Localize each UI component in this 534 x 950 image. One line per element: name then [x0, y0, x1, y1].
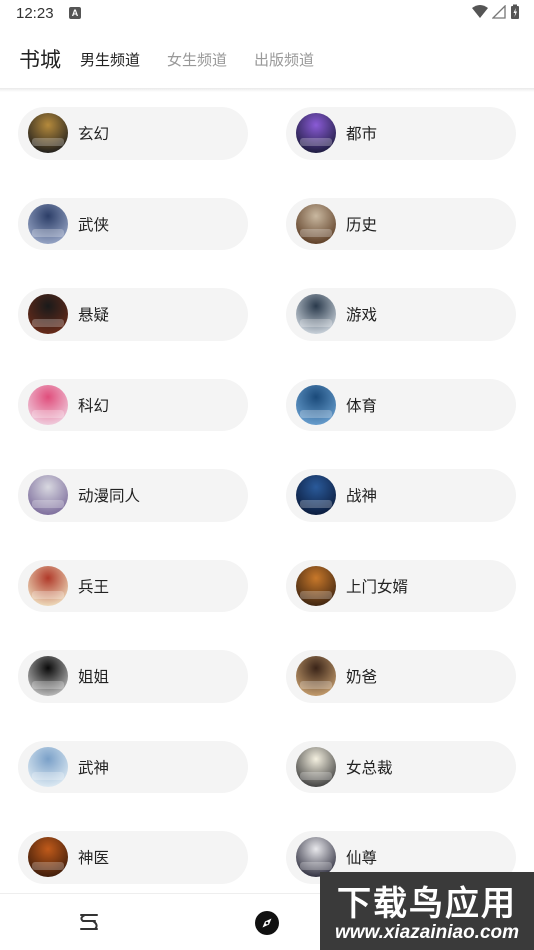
category-item[interactable]: 历史: [286, 197, 516, 250]
page-title: 书城: [19, 48, 61, 72]
category-cover-avatar: [28, 113, 68, 154]
category-item[interactable]: 兵王: [18, 559, 248, 612]
category-cover-avatar: [28, 565, 68, 606]
category-item[interactable]: 游戏: [286, 288, 516, 341]
nav-bookshelf[interactable]: [74, 908, 104, 938]
category-item[interactable]: 女总裁: [286, 740, 516, 793]
category-cover-avatar: [28, 656, 68, 697]
category-cover-avatar: [28, 384, 68, 425]
category-cover-avatar: [28, 294, 68, 335]
category-label: 兵王: [78, 577, 110, 596]
category-cover-avatar: [296, 294, 336, 335]
category-label: 玄幻: [78, 125, 110, 144]
category-cover-avatar: [296, 656, 336, 697]
header: 书城 男生频道 女生频道 出版频道: [0, 28, 534, 90]
category-item[interactable]: 武神: [18, 740, 248, 793]
watermark-url: www.xiazainiao.com: [334, 922, 520, 943]
category-item[interactable]: 战神: [286, 469, 516, 522]
category-cover-avatar: [28, 746, 68, 787]
category-label: 武侠: [78, 215, 110, 234]
category-label: 战神: [346, 487, 378, 506]
category-label: 体育: [346, 396, 378, 415]
category-grid: 玄幻 都市武侠 历史悬疑 游戏科幻 体育动漫同人 战神兵王 上门女婿姐姐 奶爸武神 女总裁神医 仙…: [18, 107, 518, 884]
category-item[interactable]: 悬疑: [18, 288, 248, 341]
category-label: 游戏: [346, 306, 378, 325]
category-cover-avatar: [296, 475, 336, 516]
category-label: 科幻: [78, 396, 110, 415]
category-label: 武神: [78, 758, 110, 777]
signal-icon: [492, 5, 506, 19]
bookshelf-icon: [80, 914, 98, 930]
battery-icon: [511, 4, 519, 19]
tab-channel-3[interactable]: 出版频道: [254, 49, 314, 70]
category-label: 悬疑: [78, 306, 110, 325]
category-item[interactable]: 上门女婿: [286, 559, 516, 612]
category-cover-avatar: [296, 384, 336, 425]
category-label: 历史: [346, 215, 378, 234]
category-label: 仙尊: [346, 849, 378, 868]
tab-channel-1[interactable]: 男生频道: [80, 49, 140, 70]
category-item[interactable]: 神医: [18, 831, 248, 884]
status-bar: 12:23 A: [0, 0, 534, 28]
category-cover-avatar: [28, 203, 68, 244]
tab-channel-2[interactable]: 女生频道: [167, 49, 227, 70]
category-item[interactable]: 都市: [286, 107, 516, 160]
category-item[interactable]: 武侠: [18, 197, 248, 250]
category-label: 动漫同人: [78, 487, 141, 506]
category-cover-avatar: [296, 565, 336, 606]
category-cover-avatar: [296, 746, 336, 787]
category-label: 奶爸: [346, 668, 378, 687]
category-label: 女总裁: [346, 758, 393, 777]
category-item[interactable]: 体育: [286, 378, 516, 431]
status-icons: [472, 4, 520, 20]
watermark: 下载鸟应用 www.xiazainiao.com: [320, 872, 534, 950]
nav-discover[interactable]: [252, 908, 282, 938]
category-label: 神医: [78, 849, 110, 868]
category-item[interactable]: 奶爸: [286, 650, 516, 703]
status-time: 12:23: [16, 5, 54, 22]
category-cover-avatar: [296, 203, 336, 244]
notification-icon: A: [69, 7, 81, 19]
category-cover-avatar: [28, 837, 68, 878]
watermark-title: 下载鸟应用: [337, 884, 517, 924]
category-item[interactable]: 姐姐: [18, 650, 248, 703]
category-item[interactable]: 玄幻: [18, 107, 248, 160]
header-divider: [0, 88, 534, 92]
category-cover-avatar: [28, 475, 68, 516]
category-item[interactable]: 动漫同人: [18, 469, 248, 522]
category-label: 都市: [346, 125, 378, 144]
category-cover-avatar: [296, 113, 336, 154]
channel-tabs: 男生频道 女生频道 出版频道: [80, 49, 341, 70]
category-item[interactable]: 科幻: [18, 378, 248, 431]
wifi-icon: [472, 5, 488, 18]
category-label: 姐姐: [78, 668, 110, 687]
compass-icon: [255, 911, 279, 935]
category-label: 上门女婿: [346, 577, 409, 596]
